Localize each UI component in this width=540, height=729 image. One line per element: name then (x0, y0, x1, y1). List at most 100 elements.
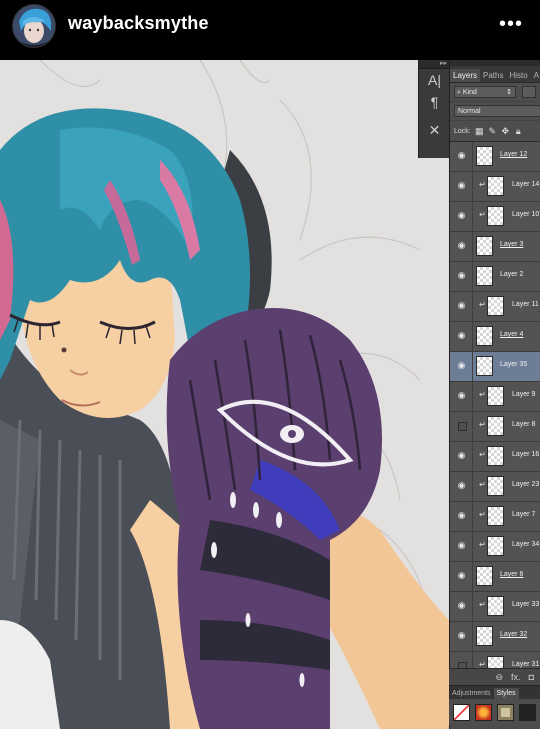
layer-thumbnail[interactable] (476, 146, 493, 166)
layer-thumbnail[interactable] (476, 566, 493, 586)
layer-row[interactable]: ◉ Layer 32 (450, 622, 540, 652)
eye-icon[interactable]: ◉ (456, 331, 467, 340)
layer-name[interactable]: Layer 31 (512, 661, 539, 668)
layer-name[interactable]: Layer 35 (500, 361, 527, 368)
layer-thumbnail[interactable] (476, 326, 493, 346)
eye-icon[interactable]: ◉ (456, 571, 467, 580)
kind-label: Kind (462, 89, 477, 96)
layer-thumbnail[interactable] (476, 236, 493, 256)
layer-row[interactable]: ◉ ↵ Layer 11 (450, 292, 540, 322)
layer-thumbnail[interactable] (487, 446, 504, 466)
layer-name[interactable]: Layer 7 (512, 511, 535, 518)
layer-thumbnail[interactable] (487, 476, 504, 496)
layer-row[interactable]: ◉ Layer 35 (450, 352, 540, 382)
eye-icon[interactable]: ◉ (456, 301, 467, 310)
layer-name[interactable]: Layer 14 (512, 181, 539, 188)
image-filter-icon[interactable] (522, 86, 536, 98)
style-none-swatch[interactable] (453, 703, 470, 721)
layer-thumbnail[interactable] (487, 386, 504, 406)
lock-transparency-icon[interactable]: ▦ (475, 126, 484, 137)
eye-icon[interactable]: ◉ (456, 391, 467, 400)
artwork-canvas[interactable] (0, 60, 449, 729)
layer-name[interactable]: Layer 33 (512, 601, 539, 608)
eye-icon[interactable]: ◉ (456, 181, 467, 190)
kind-filter-select[interactable]: ⌕ Kind ⇕ (454, 86, 516, 98)
layer-name[interactable]: Layer 3 (500, 241, 523, 248)
layer-thumbnail[interactable] (487, 176, 504, 196)
mask-icon[interactable]: ◘ (529, 672, 534, 682)
layer-thumbnail[interactable] (476, 266, 493, 286)
eye-divider (472, 532, 473, 561)
blend-row: Normal (450, 102, 540, 121)
layer-name[interactable]: Layer 16 (512, 451, 539, 458)
eye-icon[interactable]: ◉ (456, 241, 467, 250)
eye-icon[interactable]: ◉ (456, 631, 467, 640)
layer-row[interactable]: ↵ Layer 8 (450, 412, 540, 442)
layer-name[interactable]: Layer 9 (512, 391, 535, 398)
eye-icon[interactable]: ◉ (456, 271, 467, 280)
avatar[interactable] (12, 4, 56, 48)
layer-row[interactable]: ◉ ↵ Layer 7 (450, 502, 540, 532)
eye-icon[interactable]: ◉ (456, 451, 467, 460)
tab-actions[interactable]: A (531, 69, 540, 82)
lock-brush-icon[interactable]: ✎ (488, 126, 497, 137)
style-orange-swatch[interactable] (475, 703, 492, 721)
layer-row[interactable]: ◉ ↵ Layer 23 (450, 472, 540, 502)
layer-thumbnail[interactable] (476, 356, 493, 376)
layer-name[interactable]: Layer 34 (512, 541, 539, 548)
layer-name[interactable]: Layer 4 (500, 331, 523, 338)
tab-paths[interactable]: Paths (480, 69, 506, 82)
username[interactable]: waybacksmythe (68, 13, 209, 34)
layer-row[interactable]: ◉ Layer 12 (450, 142, 540, 172)
layer-thumbnail[interactable] (476, 626, 493, 646)
layer-thumbnail[interactable] (487, 596, 504, 616)
eye-icon[interactable]: ◉ (456, 211, 467, 220)
layer-row[interactable]: ◉ ↵ Layer 16 (450, 442, 540, 472)
tab-layers[interactable]: Layers (450, 69, 481, 82)
tool-strip-grip[interactable]: ▸▸ (419, 60, 450, 69)
tools-icon[interactable]: ✕ (419, 119, 450, 141)
layer-thumbnail[interactable] (487, 296, 504, 316)
layer-name[interactable]: Layer 23 (512, 481, 539, 488)
layer-row[interactable]: ◉ ↵ Layer 14 (450, 172, 540, 202)
layer-name[interactable]: Layer 6 (500, 571, 523, 578)
style-frame-swatch[interactable] (497, 703, 514, 721)
layer-row[interactable]: ◉ Layer 6 (450, 562, 540, 592)
lock-move-icon[interactable]: ✥ (501, 126, 510, 137)
eye-divider (472, 382, 473, 411)
layer-row[interactable]: ◉ Layer 3 (450, 232, 540, 262)
more-options-icon[interactable]: ••• (498, 12, 524, 36)
layer-name[interactable]: Layer 32 (500, 631, 527, 638)
lock-all-icon[interactable]: 🔒︎ (514, 126, 523, 137)
layer-name[interactable]: Layer 12 (500, 151, 527, 158)
layer-thumbnail[interactable] (487, 206, 504, 226)
layer-row[interactable]: ◉ Layer 4 (450, 322, 540, 352)
layer-thumbnail[interactable] (487, 506, 504, 526)
layer-name[interactable]: Layer 10 (512, 211, 539, 218)
tab-history[interactable]: Histo (506, 69, 530, 82)
layers-panel: Layers Paths Histo A ⌕ Kind ⇕ Normal Loc… (449, 60, 540, 729)
layer-row[interactable]: ◉ ↵ Layer 10 (450, 202, 540, 232)
link-icon[interactable]: ⊖ (496, 672, 504, 683)
eye-icon[interactable]: ◉ (456, 151, 467, 160)
character-panel-icon[interactable]: A| (419, 69, 450, 91)
layer-name[interactable]: Layer 11 (512, 301, 539, 308)
eye-icon[interactable]: ◉ (456, 511, 467, 520)
layer-thumbnail[interactable] (487, 416, 504, 436)
layer-name[interactable]: Layer 2 (500, 271, 523, 278)
style-dark-swatch[interactable] (519, 703, 536, 721)
eye-icon[interactable]: ◉ (456, 601, 467, 610)
layer-row[interactable]: ◉ Layer 2 (450, 262, 540, 292)
layer-thumbnail[interactable] (487, 536, 504, 556)
eye-icon[interactable]: ◉ (456, 481, 467, 490)
layer-row[interactable]: ◉ ↵ Layer 33 (450, 592, 540, 622)
layer-name[interactable]: Layer 8 (512, 421, 535, 428)
layer-row[interactable]: ◉ ↵ Layer 34 (450, 532, 540, 562)
eye-icon[interactable]: ◉ (456, 361, 467, 370)
paragraph-panel-icon[interactable]: ¶ (419, 91, 450, 113)
layer-row[interactable]: ◉ ↵ Layer 9 (450, 382, 540, 412)
eye-icon[interactable]: ◉ (456, 541, 467, 550)
fx-icon[interactable]: fx. (511, 672, 521, 682)
visibility-toggle-icon[interactable] (458, 422, 467, 431)
blend-mode-select[interactable]: Normal (454, 105, 540, 117)
